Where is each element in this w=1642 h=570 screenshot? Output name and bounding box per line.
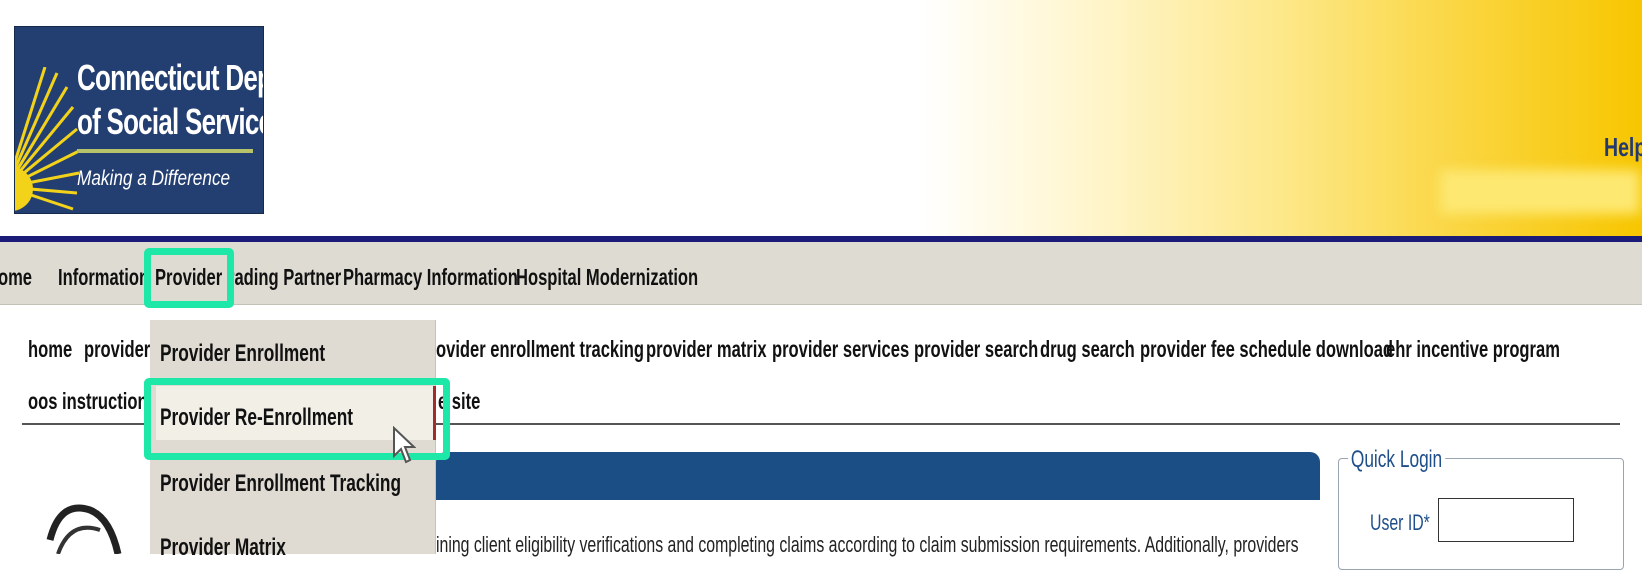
dropdown-item-provider-enrollment-tracking[interactable]: Provider Enrollment Tracking <box>160 470 401 498</box>
content-header-band <box>436 452 1320 500</box>
sub-link-provider[interactable]: provider <box>84 336 150 363</box>
dropdown-item-provider-matrix[interactable]: Provider Matrix <box>160 534 286 562</box>
help-glow <box>1440 170 1640 214</box>
content-body-text: ining client eligibility verifications a… <box>436 532 1299 557</box>
sub-link-provider-services[interactable]: provider services <box>772 336 909 363</box>
menu-item-information[interactable]: Information <box>58 264 149 291</box>
mouse-pointer-icon <box>393 426 416 464</box>
sub-link-ehr-incentive-program[interactable]: ehr incentive program <box>1386 336 1560 363</box>
sub-link-oos-instructions[interactable]: oos instructions <box>28 388 157 415</box>
menu-item-pharmacy-information[interactable]: Pharmacy Information <box>343 264 518 291</box>
stethoscope-icon <box>46 504 122 554</box>
dss-logo[interactable]: Connecticut Department of Social Service… <box>14 26 264 214</box>
user-id-input[interactable] <box>1438 498 1574 542</box>
sub-link-provider-search[interactable]: provider search <box>914 336 1038 363</box>
sub-link-provider-fee-schedule-download[interactable]: provider fee schedule download <box>1140 336 1393 363</box>
logo-line-2: of Social Services <box>77 101 263 142</box>
menu-item-hospital-modernization[interactable]: Hospital Modernization <box>516 264 698 291</box>
provider-highlight-box <box>144 248 234 308</box>
logo-divider <box>77 149 253 153</box>
logo-line-1: Connecticut Department <box>77 57 263 98</box>
dropdown-item-provider-enrollment[interactable]: Provider Enrollment <box>160 340 325 368</box>
help-link[interactable]: Help <box>1604 132 1642 163</box>
logo-tagline: Making a Difference <box>77 167 231 190</box>
sub-link-drug-search[interactable]: drug search <box>1040 336 1135 363</box>
main-menu: Home Information Provider rading Partner… <box>0 242 1642 305</box>
user-id-label: User ID* <box>1370 510 1430 535</box>
sub-link-provider-enrollment-tracking[interactable]: ovider enrollment tracking <box>436 336 644 363</box>
menu-item-home[interactable]: Home <box>0 264 32 291</box>
sub-link-home[interactable]: home <box>28 336 72 363</box>
menu-item-trading-partner[interactable]: rading Partner <box>228 264 341 291</box>
quick-login-title: Quick Login <box>1348 446 1446 474</box>
site-header: Connecticut Department of Social Service… <box>0 0 1642 236</box>
sub-link-provider-matrix[interactable]: provider matrix <box>646 336 767 363</box>
